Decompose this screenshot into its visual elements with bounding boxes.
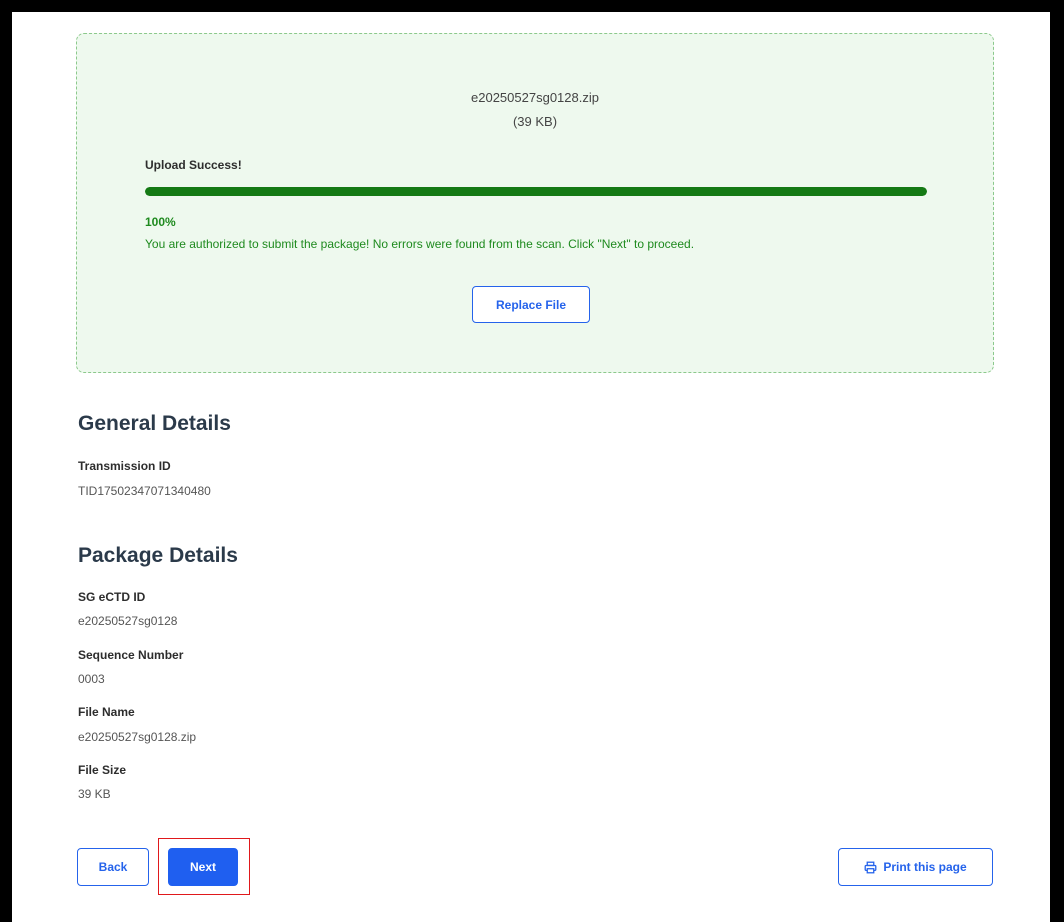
transmission-id-value: TID17502347071340480 <box>78 484 211 498</box>
sg-ectd-id-value: e20250527sg0128 <box>78 614 178 628</box>
printer-icon <box>864 861 877 874</box>
next-button[interactable]: Next <box>168 848 238 886</box>
upload-status: Upload Success! <box>145 158 242 172</box>
back-button[interactable]: Back <box>77 848 149 886</box>
print-page-button[interactable]: Print this page <box>838 848 993 886</box>
general-details-title: General Details <box>78 412 231 435</box>
file-name-label: File Name <box>78 705 135 719</box>
upload-progress-percent: 100% <box>145 215 176 229</box>
upload-progress-fill <box>145 187 927 196</box>
uploaded-file-name: e20250527sg0128.zip <box>471 90 599 105</box>
file-size-value: 39 KB <box>78 787 111 801</box>
sequence-number-label: Sequence Number <box>78 648 184 662</box>
package-details-title: Package Details <box>78 544 238 567</box>
file-name-value: e20250527sg0128.zip <box>78 730 197 744</box>
uploaded-file-size: (39 KB) <box>512 114 558 129</box>
upload-progress-bar <box>145 187 927 196</box>
sg-ectd-id-label: SG eCTD ID <box>78 590 146 604</box>
file-size-label: File Size <box>78 763 127 777</box>
print-page-label: Print this page <box>883 860 967 874</box>
replace-file-button[interactable]: Replace File <box>472 286 590 323</box>
upload-dropzone: e20250527sg0128.zip (39 KB) Upload Succe… <box>76 33 994 373</box>
authorization-message: You are authorized to submit the package… <box>145 237 695 251</box>
page-frame: e20250527sg0128.zip (39 KB) Upload Succe… <box>12 12 1050 922</box>
transmission-id-label: Transmission ID <box>78 459 171 473</box>
sequence-number-value: 0003 <box>78 672 105 686</box>
